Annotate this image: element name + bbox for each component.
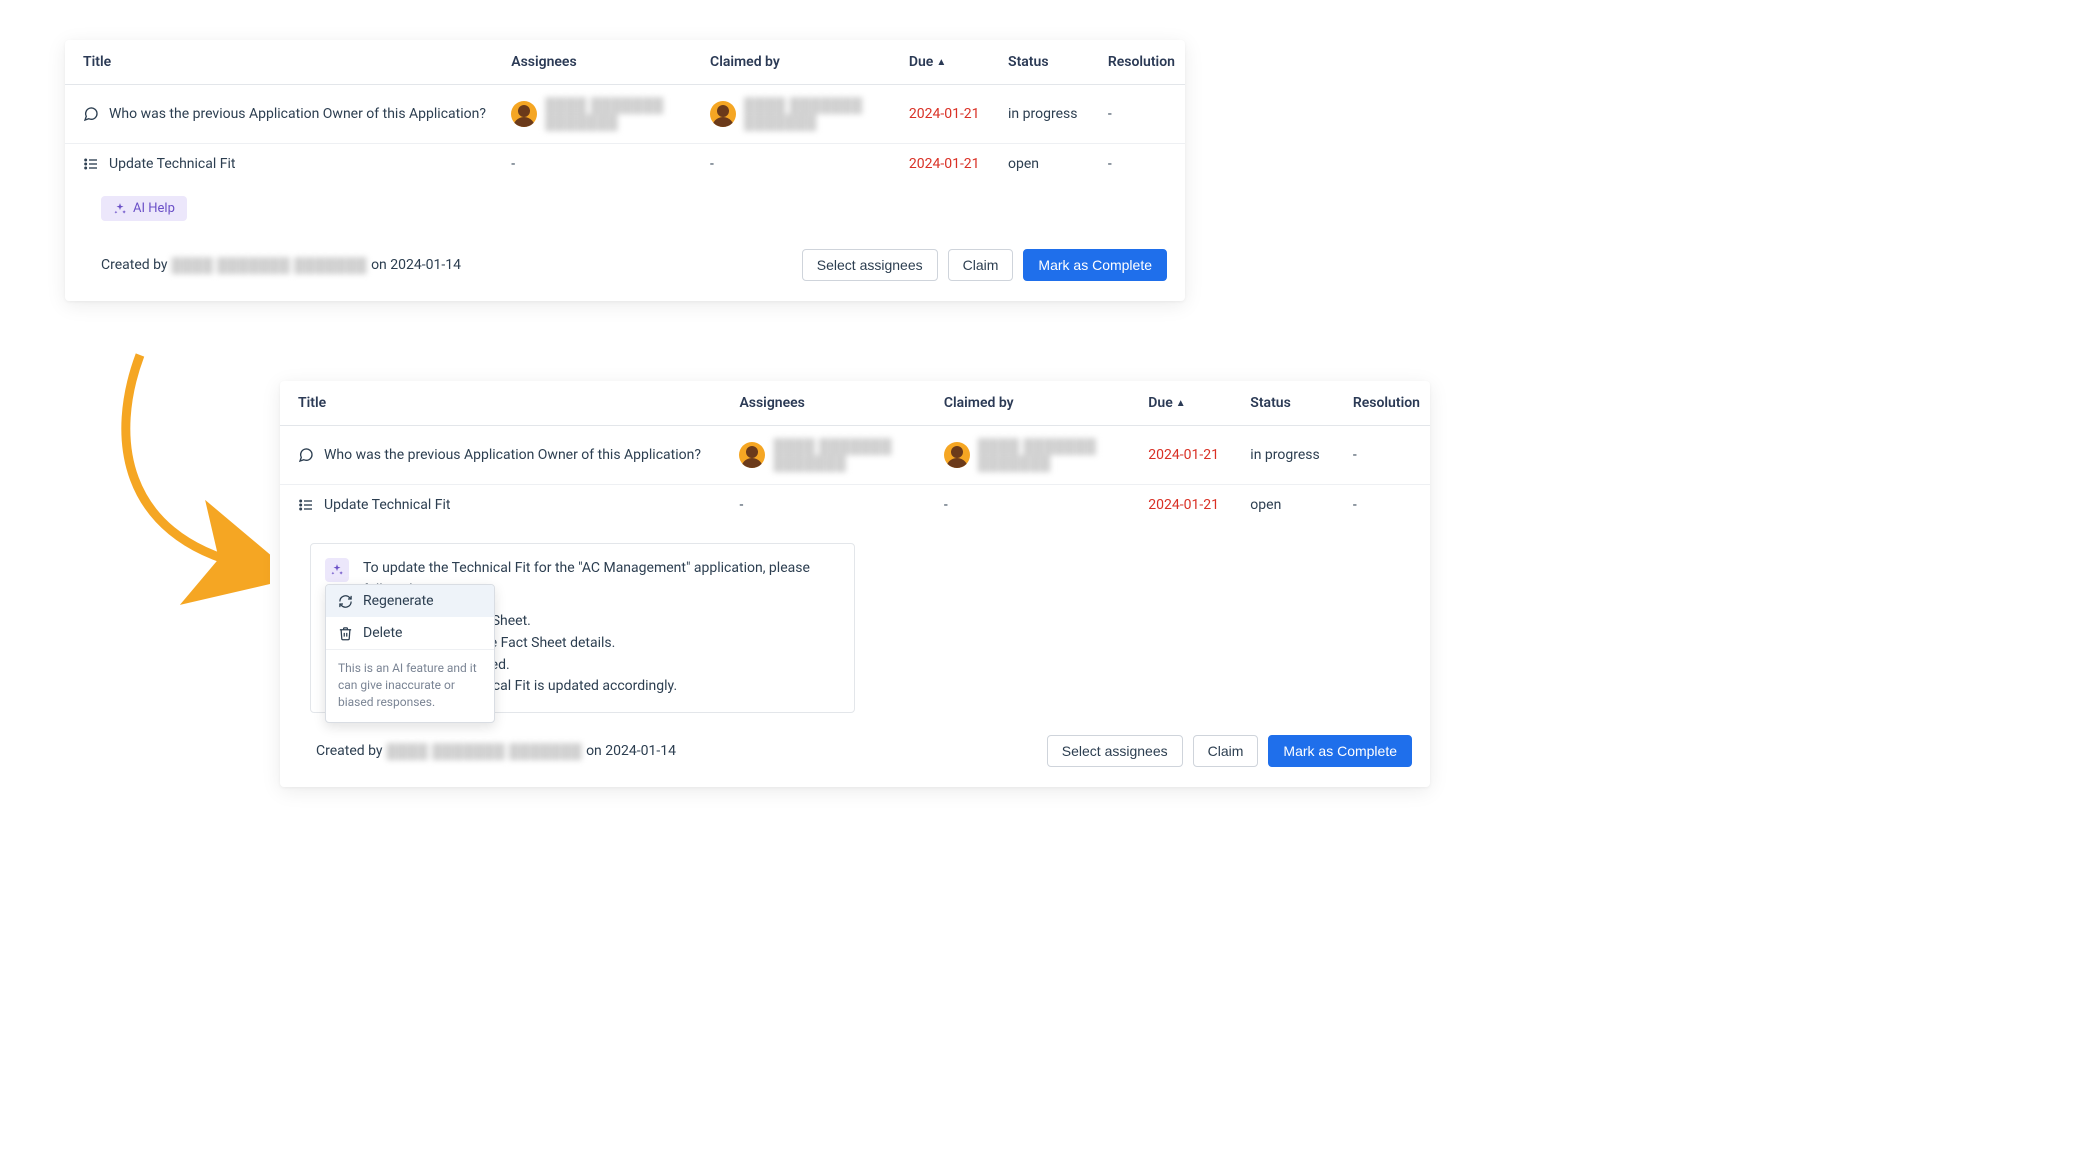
avatar xyxy=(739,442,765,468)
claimed-name: ████ ███████ ███████ xyxy=(978,438,1128,472)
sort-asc-icon: ▲ xyxy=(936,57,946,68)
resolution: - xyxy=(1343,485,1430,526)
status: open xyxy=(1240,485,1343,526)
claim-button[interactable]: Claim xyxy=(948,249,1014,281)
mark-complete-button[interactable]: Mark as Complete xyxy=(1268,735,1412,767)
claimed-name: ████ ███████ ███████ xyxy=(744,97,889,131)
created-by: Created by ████ ███████ ███████ on 2024-… xyxy=(316,743,676,760)
task-title: Who was the previous Application Owner o… xyxy=(109,106,486,122)
table-row[interactable]: Update Technical Fit - - 2024-01-21 open… xyxy=(280,485,1430,526)
annotation-arrow xyxy=(100,345,270,609)
tasks-panel-after: Title Assignees Claimed by Due ▲ Status … xyxy=(280,381,1430,787)
col-due-label: Due xyxy=(909,54,933,70)
sort-asc-icon: ▲ xyxy=(1176,398,1186,409)
col-title[interactable]: Title xyxy=(65,40,501,85)
regenerate-menu-item[interactable]: Regenerate xyxy=(326,585,494,617)
status: open xyxy=(998,144,1098,185)
delete-menu-item[interactable]: Delete xyxy=(326,617,494,649)
table-row[interactable]: Who was the previous Application Owner o… xyxy=(65,85,1185,144)
col-resolution[interactable]: Resolution xyxy=(1098,40,1185,85)
claimed-name: - xyxy=(700,144,899,185)
col-status[interactable]: Status xyxy=(998,40,1098,85)
select-assignees-button[interactable]: Select assignees xyxy=(1047,735,1183,767)
col-assignees[interactable]: Assignees xyxy=(729,381,933,426)
ai-disclaimer: This is an AI feature and it can give in… xyxy=(326,649,494,722)
select-assignees-button[interactable]: Select assignees xyxy=(802,249,938,281)
chat-icon xyxy=(83,106,99,122)
col-claimed-by[interactable]: Claimed by xyxy=(700,40,899,85)
trash-icon xyxy=(338,626,353,641)
list-icon xyxy=(83,156,99,172)
col-assignees[interactable]: Assignees xyxy=(501,40,700,85)
refresh-icon xyxy=(338,594,353,609)
status: in progress xyxy=(998,85,1098,144)
resolution: - xyxy=(1098,85,1185,144)
sparkle-icon xyxy=(330,563,344,577)
assignee-name: ████ ███████ ███████ xyxy=(773,438,923,472)
avatar xyxy=(944,442,970,468)
table-row[interactable]: Who was the previous Application Owner o… xyxy=(280,426,1430,485)
status: in progress xyxy=(1240,426,1343,485)
ai-response-box: To update the Technical Fit for the "AC … xyxy=(310,543,855,713)
resolution: - xyxy=(1098,144,1185,185)
list-icon xyxy=(298,497,314,513)
sparkle-icon xyxy=(113,202,127,216)
assignee-name: - xyxy=(501,144,700,185)
mark-complete-button[interactable]: Mark as Complete xyxy=(1023,249,1167,281)
col-resolution[interactable]: Resolution xyxy=(1343,381,1430,426)
task-title: Who was the previous Application Owner o… xyxy=(324,447,701,463)
task-title: Update Technical Fit xyxy=(324,497,450,513)
due-date: 2024-01-21 xyxy=(899,144,998,185)
ai-actions-menu: Regenerate Delete This is an AI feature … xyxy=(325,584,495,723)
due-date: 2024-01-21 xyxy=(1138,426,1240,485)
claimed-name: - xyxy=(934,485,1138,526)
due-date: 2024-01-21 xyxy=(1138,485,1240,526)
tasks-panel-before: Title Assignees Claimed by Due ▲ Status … xyxy=(65,40,1185,301)
col-due-label: Due xyxy=(1148,395,1172,411)
col-title[interactable]: Title xyxy=(280,381,729,426)
col-status[interactable]: Status xyxy=(1240,381,1343,426)
avatar xyxy=(511,101,537,127)
avatar xyxy=(710,101,736,127)
table-row[interactable]: Update Technical Fit - - 2024-01-21 open… xyxy=(65,144,1185,185)
task-title: Update Technical Fit xyxy=(109,156,235,172)
ai-help-label: AI Help xyxy=(133,201,175,216)
claim-button[interactable]: Claim xyxy=(1193,735,1259,767)
due-date: 2024-01-21 xyxy=(899,85,998,144)
assignee-name: ████ ███████ ███████ xyxy=(545,97,690,131)
tasks-table: Title Assignees Claimed by Due ▲ Status … xyxy=(65,40,1185,184)
created-by: Created by ████ ███████ ███████ on 2024-… xyxy=(101,257,461,274)
ai-sparkle-badge[interactable] xyxy=(325,558,349,582)
col-due[interactable]: Due ▲ xyxy=(1138,381,1240,426)
chat-icon xyxy=(298,447,314,463)
ai-help-button[interactable]: AI Help xyxy=(101,196,187,221)
resolution: - xyxy=(1343,426,1430,485)
col-claimed-by[interactable]: Claimed by xyxy=(934,381,1138,426)
tasks-table: Title Assignees Claimed by Due ▲ Status … xyxy=(280,381,1430,525)
col-due[interactable]: Due ▲ xyxy=(899,40,998,85)
assignee-name: - xyxy=(729,485,933,526)
